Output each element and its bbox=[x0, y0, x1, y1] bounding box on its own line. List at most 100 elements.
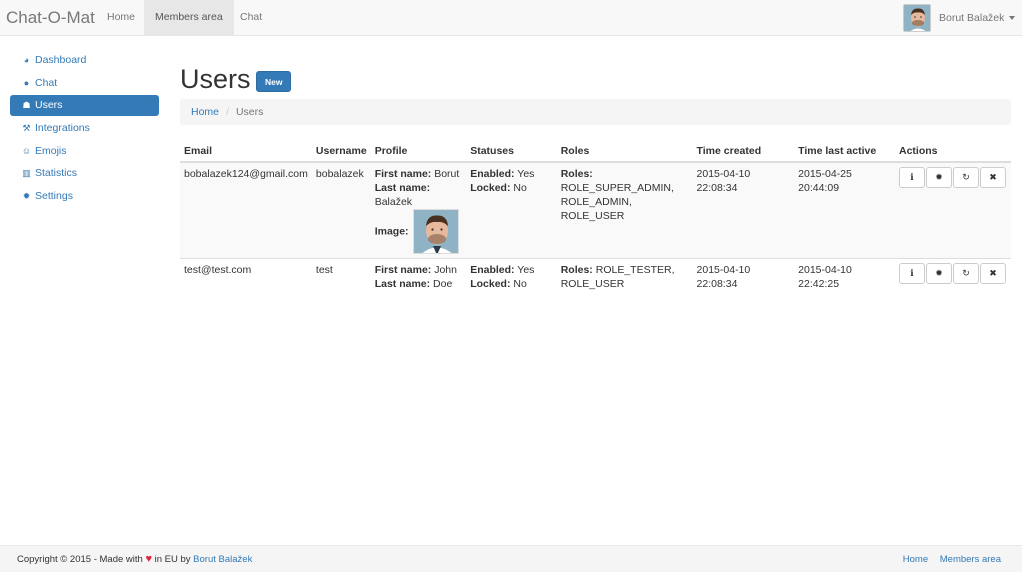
table-row: bobalazek124@gmail.com bobalazek First n… bbox=[180, 162, 1011, 259]
statuses-cell: Enabled: Yes Locked: No bbox=[466, 258, 557, 295]
time-last-active-cell: 2015-04-10 22:42:25 bbox=[794, 258, 895, 295]
user-menu[interactable]: Borut Balažek bbox=[939, 12, 1016, 24]
last-name-label: Last name: bbox=[374, 182, 431, 194]
breadcrumb-separator: / bbox=[226, 106, 229, 118]
enabled-label: Enabled: bbox=[470, 168, 515, 180]
first-name-value: Borut bbox=[434, 168, 460, 180]
sidebar-item-emojis[interactable]: ☺ Emojis bbox=[10, 141, 159, 162]
time-created-cell: 2015-04-10 22:08:34 bbox=[692, 162, 795, 259]
locked-label: Locked: bbox=[470, 278, 511, 290]
sidebar-item-label: Dashboard bbox=[35, 54, 87, 66]
in-eu-by-text: in EU by bbox=[154, 554, 191, 565]
copyright-text: Copyright © 2015 - Made with bbox=[17, 554, 143, 565]
users-table: Email Username Profile Statuses Roles Ti… bbox=[180, 142, 1011, 295]
sidebar-item-dashboard[interactable]: ◕ Dashboard bbox=[10, 50, 159, 71]
settings-button[interactable]: ✹ bbox=[926, 263, 952, 284]
sidebar-item-statistics[interactable]: ▥ Statistics bbox=[10, 163, 159, 184]
brand-logo[interactable]: Chat-O-Mat bbox=[6, 8, 95, 28]
locked-value: No bbox=[513, 182, 527, 194]
last-name-value: Balažek bbox=[374, 196, 413, 208]
sidebar-item-label: Integrations bbox=[35, 122, 90, 135]
remove-button[interactable]: ✖ bbox=[980, 167, 1006, 188]
gear-icon: ✹ bbox=[22, 191, 31, 202]
footer-link-members-area[interactable]: Members area bbox=[940, 554, 1001, 565]
first-name-label: First name: bbox=[374, 264, 432, 276]
sidebar-item-label: Statistics bbox=[35, 167, 78, 180]
image-label: Image: bbox=[374, 225, 409, 238]
footer-copyright: Copyright © 2015 - Made with ♥ in EU by … bbox=[17, 546, 252, 573]
users-icon: ☗ bbox=[22, 100, 31, 111]
gear-icon: ✹ bbox=[935, 268, 943, 278]
wrench-icon: ⚒ bbox=[22, 123, 31, 134]
new-user-button[interactable]: New bbox=[256, 71, 292, 92]
refresh-button[interactable]: ↻ bbox=[953, 263, 979, 284]
locked-value: No bbox=[513, 278, 527, 290]
column-header: Roles bbox=[556, 142, 693, 163]
page-title: Users bbox=[180, 64, 251, 94]
heart-icon: ♥ bbox=[145, 553, 152, 565]
sidebar-item-users[interactable]: ☗ Users bbox=[10, 95, 159, 117]
actions-cell: ℹ ✹ ↻ ✖ bbox=[895, 258, 1011, 295]
username-cell: bobalazek bbox=[311, 162, 371, 259]
sidebar: ◕ Dashboard ● Chat ☗ Users ⚒ Integrations ☺ E… bbox=[10, 50, 159, 209]
enabled-value: Yes bbox=[517, 168, 535, 180]
refresh-icon: ↻ bbox=[962, 268, 970, 278]
sidebar-item-label: Emojis bbox=[35, 144, 67, 157]
info-button[interactable]: ℹ bbox=[899, 263, 925, 284]
enabled-value: Yes bbox=[517, 264, 535, 276]
dashboard-icon: ◕ bbox=[23, 55, 30, 65]
breadcrumb-home[interactable]: Home bbox=[191, 106, 219, 118]
breadcrumb-current: Users bbox=[235, 106, 264, 118]
first-name-value: John bbox=[434, 264, 457, 276]
bar-chart-icon: ▥ bbox=[22, 168, 31, 179]
enabled-label: Enabled: bbox=[470, 264, 515, 276]
table-header-row: Email Username Profile Statuses Roles Ti… bbox=[180, 142, 1011, 163]
first-name-label: First name: bbox=[374, 168, 432, 180]
email-cell: bobalazek124@gmail.com bbox=[180, 162, 312, 259]
sidebar-item-label: Chat bbox=[35, 76, 58, 89]
profile-image bbox=[412, 209, 459, 254]
column-header: Statuses bbox=[466, 142, 557, 163]
last-name-label: Last name: bbox=[374, 278, 431, 290]
table-row: test@test.com test First name: John Last… bbox=[180, 258, 1011, 295]
remove-button[interactable]: ✖ bbox=[980, 263, 1006, 284]
column-header: Profile bbox=[370, 142, 467, 163]
nav-home[interactable]: Home bbox=[96, 0, 146, 35]
comment-icon: ● bbox=[23, 77, 30, 88]
time-last-active-cell: 2015-04-25 20:44:09 bbox=[794, 162, 895, 259]
roles-label: Roles: bbox=[560, 168, 593, 180]
column-header: Actions bbox=[895, 142, 1011, 163]
column-header: Email bbox=[180, 142, 312, 163]
info-button[interactable]: ℹ bbox=[899, 167, 925, 188]
actions-cell: ℹ ✹ ↻ ✖ bbox=[895, 162, 1011, 259]
nav-chat[interactable]: Chat bbox=[229, 0, 273, 35]
column-header: Username bbox=[311, 142, 371, 163]
statuses-cell: Enabled: Yes Locked: No bbox=[466, 162, 557, 259]
profile-cell: First name: Borut Last name: Balažek Ima… bbox=[370, 162, 467, 259]
close-icon: ✖ bbox=[989, 268, 997, 278]
user-avatar[interactable] bbox=[903, 4, 931, 32]
profile-cell: First name: John Last name: Doe bbox=[370, 258, 467, 295]
sidebar-item-integrations[interactable]: ⚒ Integrations bbox=[10, 118, 159, 139]
refresh-icon: ↻ bbox=[962, 172, 970, 182]
settings-button[interactable]: ✹ bbox=[926, 167, 952, 188]
roles-cell: Roles: ROLE_TESTER, ROLE_USER bbox=[556, 258, 693, 295]
footer-links: Home Members area bbox=[903, 546, 1001, 573]
roles-value: ROLE_SUPER_ADMIN, ROLE_ADMIN, ROLE_USER bbox=[560, 182, 674, 222]
last-name-value: Doe bbox=[433, 278, 453, 290]
refresh-button[interactable]: ↻ bbox=[953, 167, 979, 188]
sidebar-item-settings[interactable]: ✹ Settings bbox=[10, 186, 159, 207]
user-name: Borut Balažek bbox=[939, 12, 1005, 24]
close-icon: ✖ bbox=[989, 172, 997, 182]
roles-label: Roles: bbox=[560, 264, 593, 276]
smile-icon: ☺ bbox=[21, 145, 32, 156]
breadcrumb: Home / Users bbox=[180, 99, 1011, 125]
email-cell: test@test.com bbox=[180, 258, 312, 295]
time-created-cell: 2015-04-10 22:08:34 bbox=[692, 258, 795, 295]
nav-members-area[interactable]: Members area bbox=[144, 0, 234, 35]
footer-link-home[interactable]: Home bbox=[903, 554, 928, 565]
sidebar-item-chat[interactable]: ● Chat bbox=[10, 73, 159, 94]
sidebar-item-label: Settings bbox=[35, 190, 73, 203]
author-link[interactable]: Borut Balažek bbox=[193, 554, 252, 565]
column-header: Time last active bbox=[794, 142, 895, 163]
